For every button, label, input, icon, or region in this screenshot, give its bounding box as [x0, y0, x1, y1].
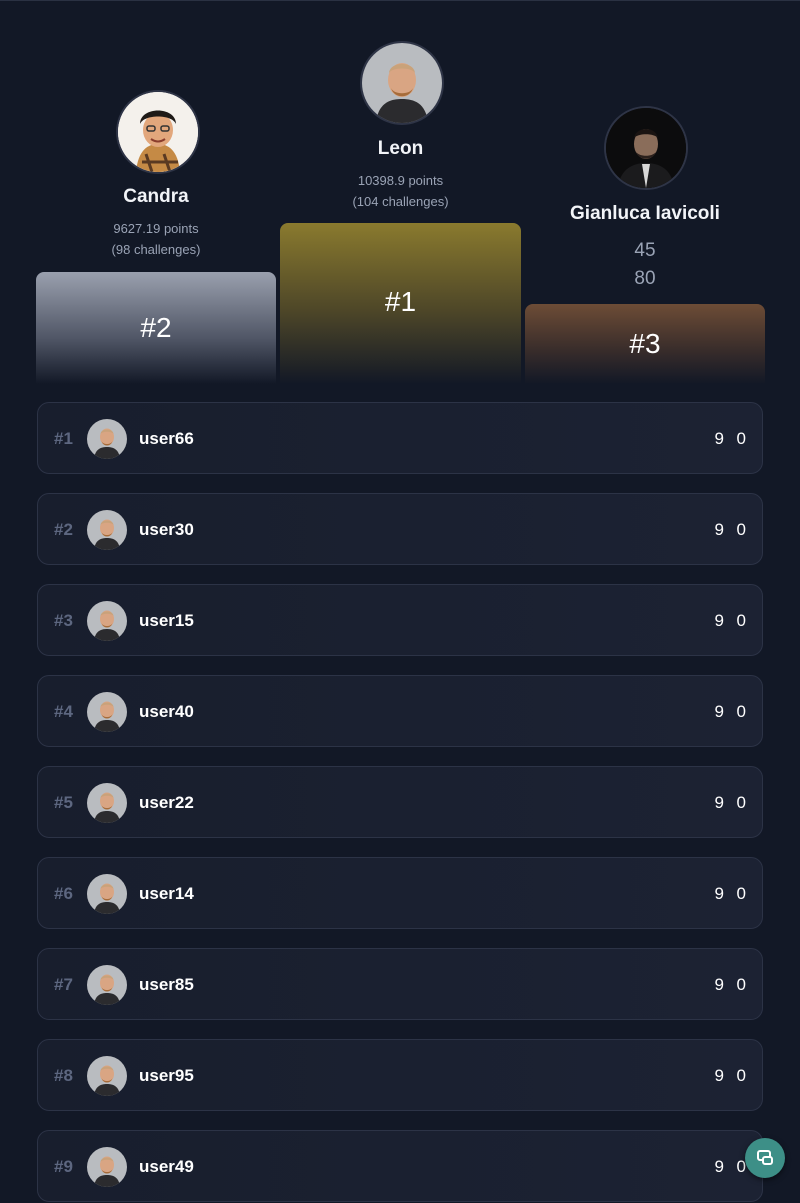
row-value-b: 0: [736, 520, 746, 539]
floating-action-button[interactable]: [745, 1138, 785, 1178]
avatar-portrait-icon: [87, 965, 127, 1005]
row-avatar: [87, 783, 127, 823]
leaderboard-row[interactable]: #4 user40 9 0: [37, 675, 763, 747]
avatar-second[interactable]: [116, 90, 200, 174]
leaderboard-row[interactable]: #2 user30 9 0: [37, 493, 763, 565]
avatar-portrait-icon: [87, 874, 127, 914]
first-name: Leon: [377, 138, 424, 159]
podium-rank-second: #2: [140, 312, 172, 343]
row-value-b: 0: [736, 1157, 746, 1176]
third-name: Gianluca Iavicoli: [570, 203, 720, 224]
row-avatar: [87, 601, 127, 641]
layout-toggle-icon: [757, 1150, 773, 1165]
row-username: user14: [139, 884, 194, 903]
row-value-b: 0: [736, 611, 746, 630]
row-username: user95: [139, 1066, 194, 1085]
row-value-b: 0: [736, 1066, 746, 1085]
row-avatar: [87, 965, 127, 1005]
row-username: user85: [139, 975, 194, 994]
row-rank: #6: [54, 884, 73, 903]
row-value-b: 0: [736, 793, 746, 812]
row-value-b: 0: [736, 884, 746, 903]
avatar-portrait-icon: [87, 419, 127, 459]
avatar-portrait-icon: [118, 92, 198, 172]
row-username: user49: [139, 1157, 194, 1176]
row-username: user30: [139, 520, 194, 539]
avatar-portrait-icon: [87, 1056, 127, 1096]
row-avatar: [87, 1147, 127, 1187]
row-value-a: 9: [714, 520, 724, 539]
row-value-a: 9: [714, 884, 724, 903]
second-points: 9627.19 points: [113, 221, 199, 236]
row-username: user22: [139, 793, 194, 812]
leaderboard-row[interactable]: #5 user22 9 0: [37, 766, 763, 838]
podium-block-first: #1: [280, 223, 521, 384]
row-rank: #7: [54, 975, 73, 994]
leaderboard-row[interactable]: #8 user95 9 0: [37, 1039, 763, 1111]
row-value-a: 9: [714, 702, 724, 721]
avatar-first[interactable]: [360, 41, 444, 125]
row-avatar: [87, 874, 127, 914]
avatar-portrait-icon: [87, 601, 127, 641]
podium-block-second: #2: [36, 272, 276, 384]
row-rank: #8: [54, 1066, 73, 1085]
row-value-a: 9: [714, 1157, 724, 1176]
podium-rank-third: #3: [629, 328, 661, 359]
row-rank: #4: [54, 702, 73, 721]
row-rank: #2: [54, 520, 73, 539]
top-border: [0, 0, 800, 1]
leaderboard-row[interactable]: #1 user66 9 0: [37, 402, 763, 474]
row-username: user66: [139, 429, 194, 448]
row-username: user40: [139, 702, 194, 721]
row-value-a: 9: [714, 975, 724, 994]
row-username: user15: [139, 611, 194, 630]
row-value-a: 9: [714, 429, 724, 448]
row-rank: #9: [54, 1157, 73, 1176]
row-rank: #5: [54, 793, 73, 812]
row-rank: #3: [54, 611, 73, 630]
third-line2: 80: [634, 268, 656, 289]
second-name: Candra: [123, 186, 189, 207]
row-value-a: 9: [714, 611, 724, 630]
avatar-portrait-icon: [362, 43, 442, 123]
leaderboard-row[interactable]: #9 user49 9 0: [37, 1130, 763, 1202]
row-avatar: [87, 1056, 127, 1096]
row-value-b: 0: [736, 975, 746, 994]
avatar-portrait-icon: [87, 783, 127, 823]
avatar-third[interactable]: [604, 106, 688, 190]
podium-rank-first: #1: [384, 285, 417, 317]
leaderboard-row[interactable]: #3 user15 9 0: [37, 584, 763, 656]
leaderboard-row[interactable]: #6 user14 9 0: [37, 857, 763, 929]
row-value-a: 9: [714, 793, 724, 812]
row-rank: #1: [54, 429, 73, 448]
avatar-portrait-icon: [87, 692, 127, 732]
row-avatar: [87, 419, 127, 459]
row-value-a: 9: [714, 1066, 724, 1085]
row-value-b: 0: [736, 429, 746, 448]
avatar-portrait-icon: [606, 108, 686, 188]
row-avatar: [87, 692, 127, 732]
row-avatar: [87, 510, 127, 550]
first-challenges: (104 challenges): [352, 194, 449, 209]
row-value-b: 0: [736, 702, 746, 721]
leaderboard-row[interactable]: #7 user85 9 0: [37, 948, 763, 1020]
avatar-portrait-icon: [87, 510, 127, 550]
podium-block-third: #3: [525, 304, 765, 384]
avatar-portrait-icon: [87, 1147, 127, 1187]
third-line1: 45: [634, 240, 656, 261]
second-challenges: (98 challenges): [111, 242, 201, 257]
first-points: 10398.9 points: [357, 173, 444, 188]
